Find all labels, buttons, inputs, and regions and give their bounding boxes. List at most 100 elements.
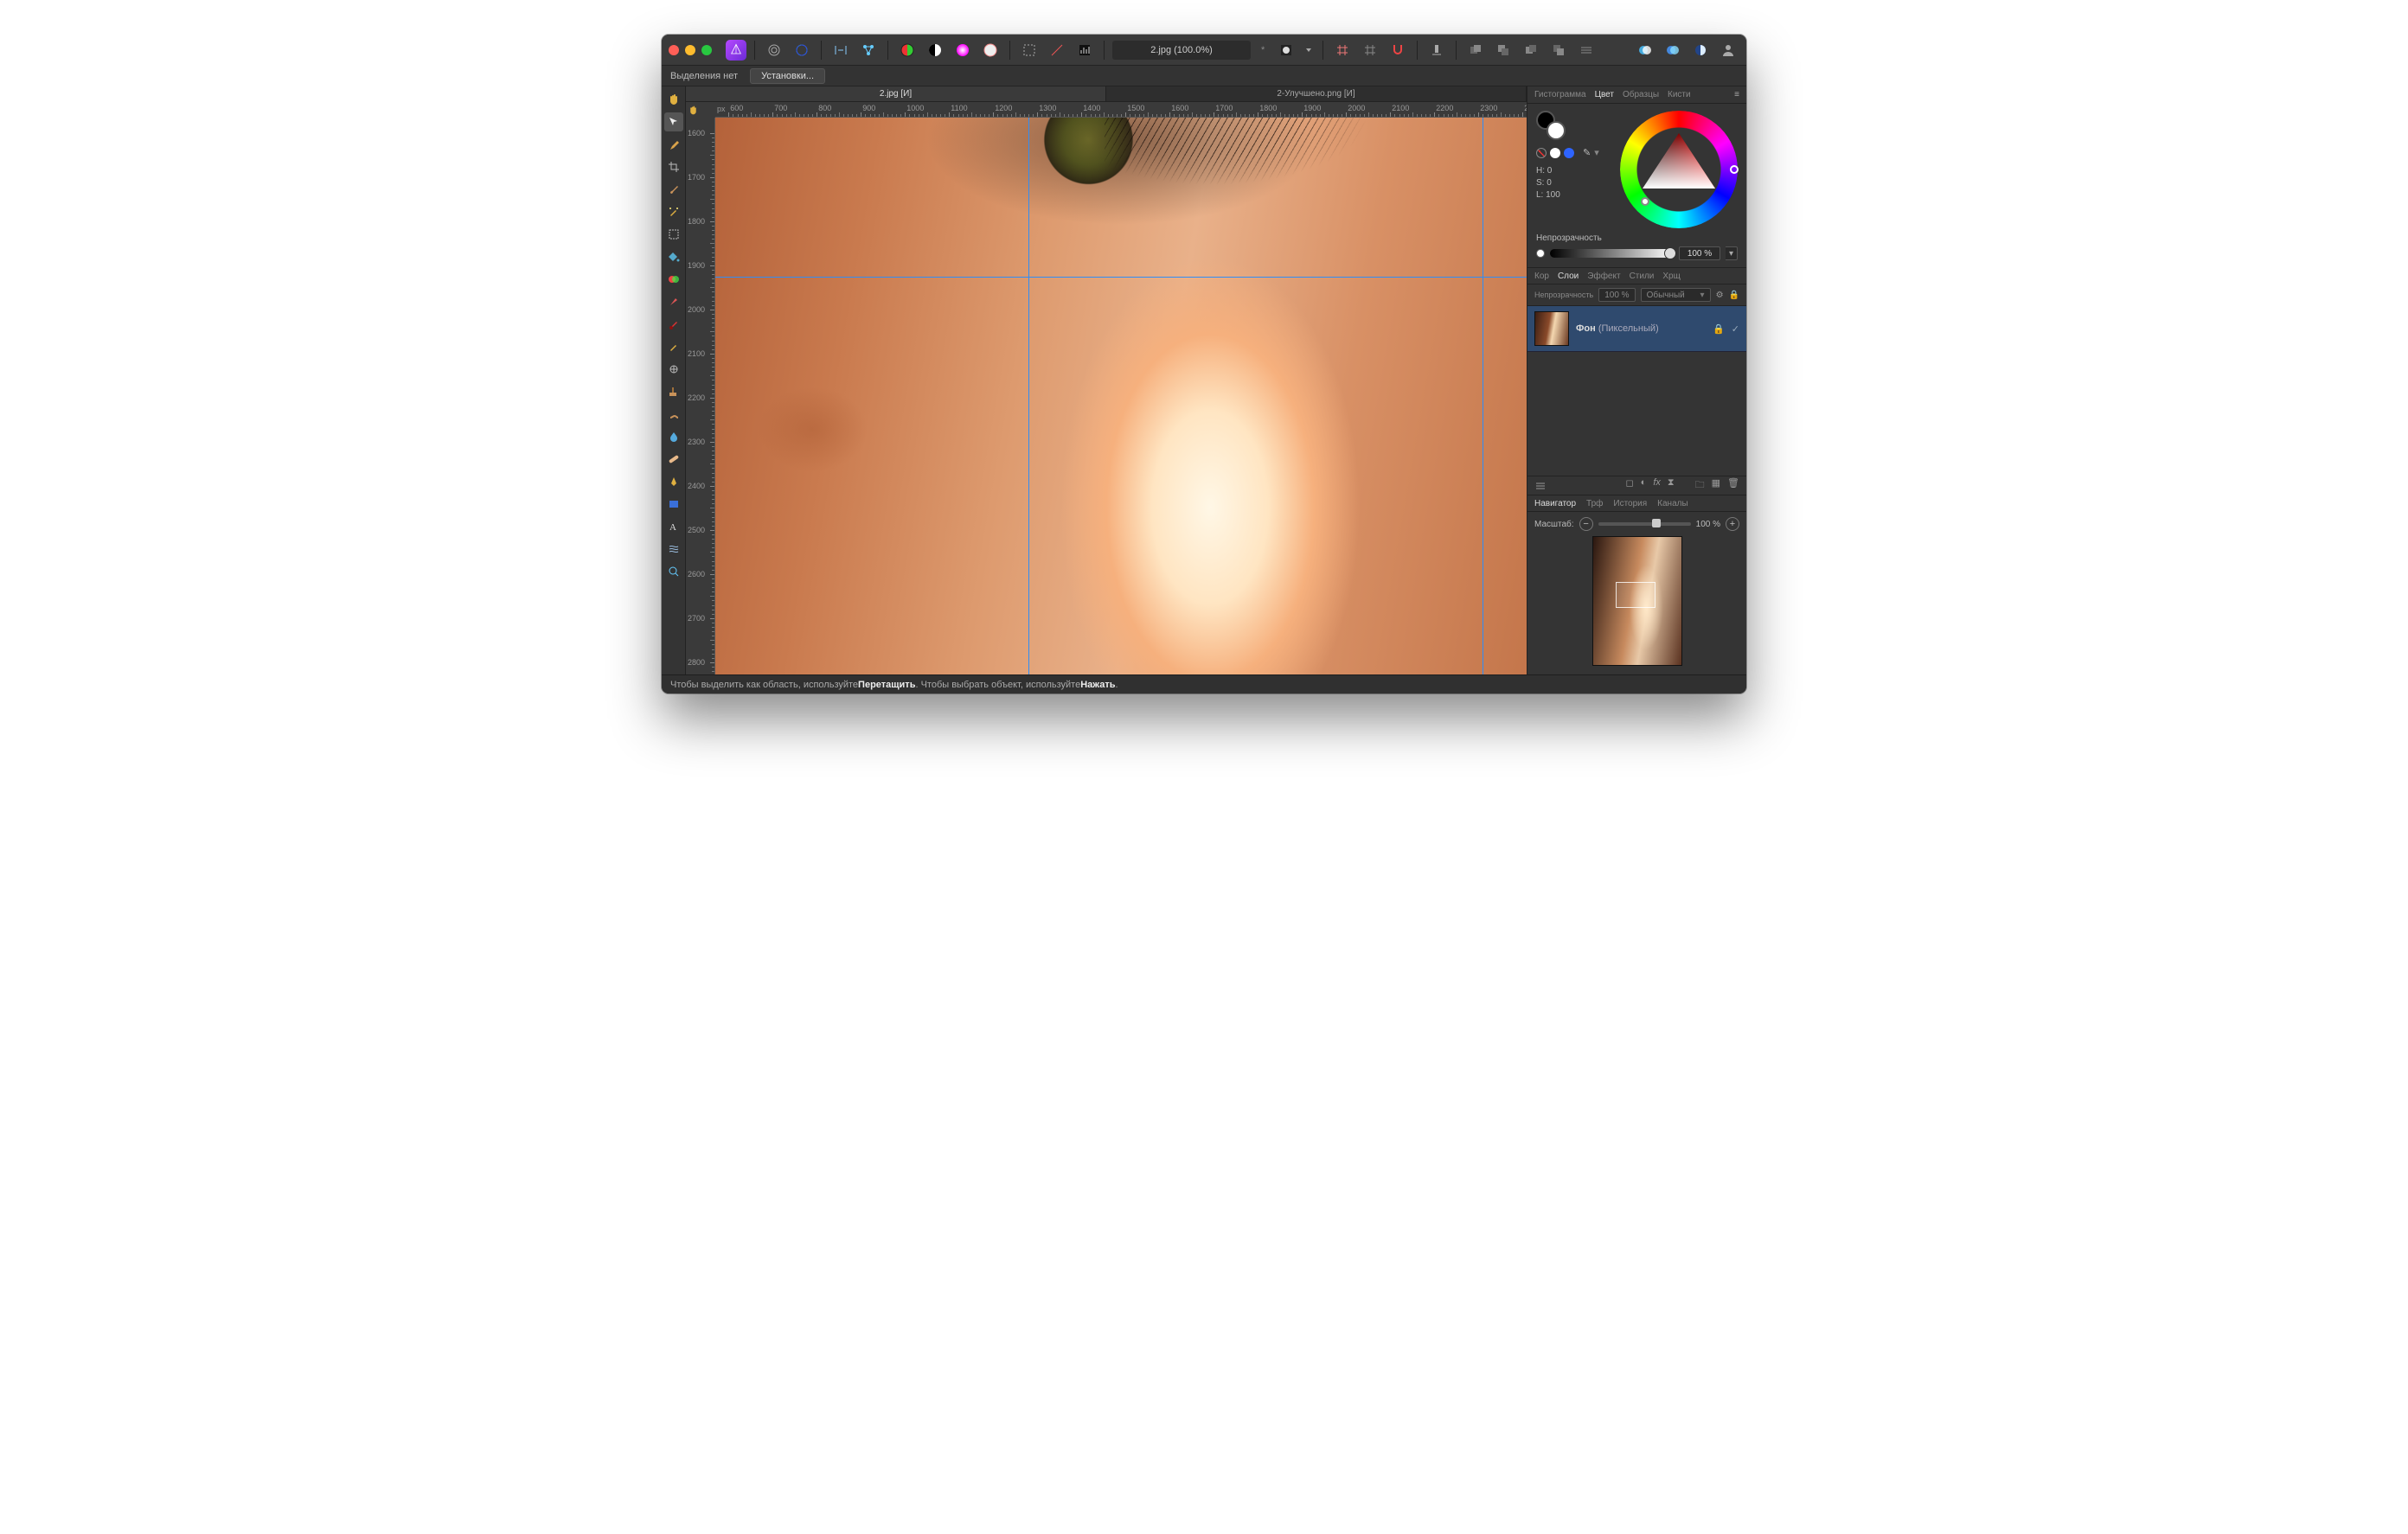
- hand-icon[interactable]: [664, 90, 683, 109]
- color-picker-icon[interactable]: [664, 135, 683, 154]
- document-tab[interactable]: 2.jpg [И]: [686, 86, 1106, 101]
- magnet-icon[interactable]: [1387, 39, 1409, 61]
- hue-handle[interactable]: [1730, 165, 1739, 174]
- guide-vertical[interactable]: [1028, 118, 1029, 674]
- paint-brush-icon[interactable]: [664, 292, 683, 311]
- tab-layers[interactable]: Слои: [1558, 272, 1579, 281]
- layer-lock-icon[interactable]: 🔒: [1713, 323, 1725, 335]
- fx-brush-icon[interactable]: [664, 202, 683, 221]
- rings-icon[interactable]: [791, 39, 813, 61]
- fg-bg-swatch[interactable]: [1536, 111, 1566, 140]
- levels-icon[interactable]: [1073, 39, 1096, 61]
- hue-wheel-icon[interactable]: [951, 39, 974, 61]
- layers-view-icon[interactable]: [1534, 480, 1547, 492]
- sat-lum-handle[interactable]: [1641, 197, 1649, 206]
- arrange-4-icon[interactable]: [1547, 39, 1570, 61]
- user-icon[interactable]: [1717, 39, 1739, 61]
- tab-effects[interactable]: Эффект: [1587, 272, 1620, 281]
- align-top-icon[interactable]: [1425, 39, 1448, 61]
- adjust-icon[interactable]: ◐: [1641, 477, 1647, 494]
- tab-navigator[interactable]: Навигатор: [1534, 499, 1576, 508]
- pan-icon[interactable]: [664, 360, 683, 379]
- tab-swatches[interactable]: Образцы: [1623, 90, 1659, 99]
- grid-icon[interactable]: [1331, 39, 1354, 61]
- maximize-window-button[interactable]: [701, 45, 712, 55]
- rectangle-icon[interactable]: [664, 495, 683, 514]
- none-color-icon[interactable]: [1536, 148, 1547, 158]
- eyedropper-icon[interactable]: ✎: [1583, 147, 1591, 158]
- panel-menu-icon[interactable]: ≡: [1734, 90, 1739, 99]
- gear-icon[interactable]: ⚙: [1716, 291, 1724, 300]
- color-wheel[interactable]: [1620, 111, 1738, 228]
- layer-opacity-value[interactable]: 100 %: [1598, 288, 1635, 302]
- grid-alt-icon[interactable]: [1359, 39, 1381, 61]
- minimize-window-button[interactable]: [685, 45, 695, 55]
- group-icon[interactable]: 🗀: [1695, 477, 1705, 494]
- bandage-icon[interactable]: [664, 450, 683, 469]
- navigator-viewport[interactable]: [1616, 582, 1656, 608]
- navigator-thumbnail[interactable]: [1592, 536, 1682, 666]
- marquee-icon[interactable]: [1018, 39, 1041, 61]
- presets-button[interactable]: Установки...: [750, 68, 825, 84]
- smear-icon[interactable]: [664, 405, 683, 424]
- move-arrow-icon[interactable]: [664, 112, 683, 131]
- delete-layer-icon[interactable]: 🗑: [1727, 477, 1739, 494]
- tab-adjustments[interactable]: Кор: [1534, 272, 1549, 281]
- pen-icon[interactable]: [664, 472, 683, 491]
- tab-brushes[interactable]: Кисти: [1668, 90, 1691, 99]
- close-window-button[interactable]: [669, 45, 679, 55]
- diagonal-icon[interactable]: [1046, 39, 1068, 61]
- tab-histogram[interactable]: Гистограмма: [1534, 90, 1586, 99]
- opacity-dropdown-icon[interactable]: ▾: [1726, 246, 1738, 260]
- layer-row[interactable]: Фон (Пиксельный) 🔒 ✓: [1527, 306, 1746, 352]
- marquee-rect-icon[interactable]: [664, 225, 683, 244]
- mask-dropdown-icon[interactable]: [1303, 39, 1315, 61]
- crop-layer-icon[interactable]: ⧗: [1668, 477, 1675, 494]
- recent-color[interactable]: [1550, 148, 1560, 158]
- arrange-2-icon[interactable]: [1492, 39, 1515, 61]
- arrange-3-icon[interactable]: [1520, 39, 1542, 61]
- bucket-icon[interactable]: [664, 247, 683, 266]
- brush-icon[interactable]: [664, 180, 683, 199]
- crop-icon[interactable]: [664, 157, 683, 176]
- guide-horizontal[interactable]: [715, 277, 1527, 278]
- mirror-icon[interactable]: [829, 39, 852, 61]
- color-dropdown-icon[interactable]: ▾: [1594, 147, 1599, 158]
- overlay-3-icon[interactable]: [1689, 39, 1712, 61]
- tab-stock[interactable]: Хрщ: [1662, 272, 1680, 281]
- layer-visible-icon[interactable]: ✓: [1732, 323, 1739, 335]
- opacity-slider[interactable]: [1550, 249, 1674, 258]
- pencil-icon[interactable]: [664, 337, 683, 356]
- opacity-value[interactable]: 100 %: [1679, 246, 1720, 260]
- tab-history[interactable]: История: [1613, 499, 1647, 508]
- arrange-5-icon[interactable]: [1575, 39, 1598, 61]
- zoom-slider[interactable]: [1598, 522, 1691, 526]
- blend-mode-select[interactable]: Обычный▾: [1641, 288, 1711, 302]
- soft-wheel-icon[interactable]: [979, 39, 1002, 61]
- overlay-1-icon[interactable]: [1634, 39, 1656, 61]
- tab-transform[interactable]: Трф: [1586, 499, 1603, 508]
- zoom-in-button[interactable]: +: [1726, 517, 1739, 531]
- half-tone-icon[interactable]: [896, 39, 919, 61]
- mesh-icon[interactable]: [664, 540, 683, 559]
- recent-color[interactable]: [1564, 148, 1574, 158]
- nodes-icon[interactable]: [857, 39, 880, 61]
- zoom-icon[interactable]: [664, 562, 683, 581]
- tab-color[interactable]: Цвет: [1595, 90, 1614, 99]
- add-layer-icon[interactable]: ▦: [1712, 477, 1720, 494]
- mask-square-icon[interactable]: [1275, 39, 1297, 61]
- document-tab[interactable]: 2-Улучшено.png [И]: [1106, 86, 1527, 101]
- drop-icon[interactable]: [664, 427, 683, 446]
- mixer-icon[interactable]: [664, 270, 683, 289]
- text-icon[interactable]: A: [664, 517, 683, 536]
- mask-icon[interactable]: ◻: [1626, 477, 1634, 494]
- contrast-icon[interactable]: [924, 39, 946, 61]
- zoom-out-button[interactable]: −: [1579, 517, 1593, 531]
- circles-icon[interactable]: [763, 39, 785, 61]
- overlay-2-icon[interactable]: [1662, 39, 1684, 61]
- lock-icon[interactable]: 🔒: [1729, 291, 1739, 300]
- tab-styles[interactable]: Стили: [1630, 272, 1655, 281]
- healing-icon[interactable]: [664, 315, 683, 334]
- arrange-1-icon[interactable]: [1464, 39, 1487, 61]
- tab-channels[interactable]: Каналы: [1657, 499, 1688, 508]
